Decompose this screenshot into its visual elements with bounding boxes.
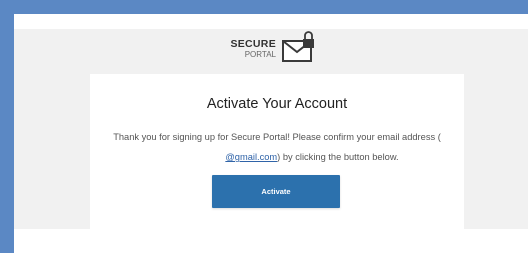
logo-secure-text: SECURE (230, 38, 276, 50)
message-text-before: Thank you for signing up for Secure Port… (113, 132, 441, 142)
footer-band (14, 229, 528, 253)
card-message: Thank you for signing up for Secure Port… (100, 127, 454, 167)
activate-button[interactable]: Activate (212, 175, 340, 208)
logo-text: SECURE PORTAL (230, 39, 276, 59)
secure-portal-logo: SECURE PORTAL (230, 31, 330, 71)
message-text-after: ) by clicking the button below. (277, 152, 399, 162)
email-link[interactable]: @gmail.com (155, 152, 277, 162)
envelope-lock-icon (282, 31, 314, 62)
card-title: Activate Your Account (206, 96, 348, 112)
activation-card: Activate Your Account Thank you for sign… (90, 74, 464, 229)
logo-portal-text: PORTAL (244, 49, 276, 59)
email-domain: @gmail.com (225, 152, 278, 162)
top-strip (14, 14, 528, 29)
email-viewport: SECURE PORTAL Activate Your Account Than… (14, 14, 528, 253)
